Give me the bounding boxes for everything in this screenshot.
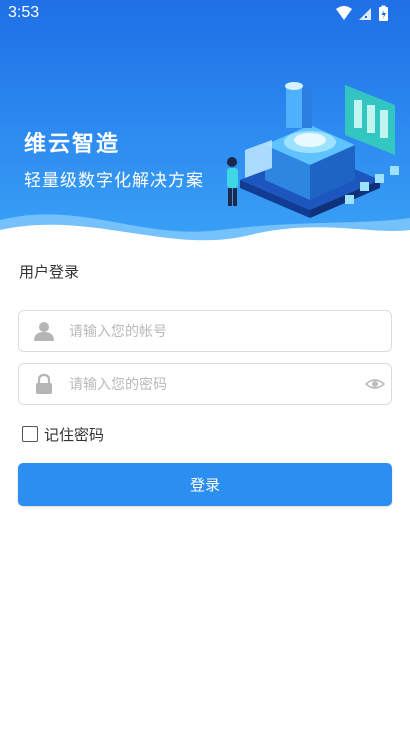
- remember-label: 记住密码: [44, 425, 105, 444]
- cell-signal-icon: [359, 8, 371, 20]
- eye-icon[interactable]: [365, 375, 385, 393]
- lock-icon: [36, 373, 52, 394]
- remember-password[interactable]: 记住密码: [22, 424, 104, 444]
- password-input[interactable]: [67, 364, 351, 406]
- login-heading: 用户登录: [19, 263, 80, 281]
- battery-icon: [379, 5, 388, 21]
- status-time: 3:53: [8, 4, 40, 21]
- hero-title: 维云智造: [24, 132, 121, 157]
- status-bar: 3:53: [0, 0, 410, 28]
- status-icons: [336, 5, 388, 21]
- username-input[interactable]: [67, 311, 351, 353]
- username-field[interactable]: [18, 310, 392, 353]
- user-icon: [34, 322, 54, 341]
- hero-wave: [0, 214, 410, 245]
- remember-checkbox[interactable]: [22, 426, 38, 442]
- password-field[interactable]: [18, 363, 392, 406]
- wifi-icon: [336, 6, 352, 20]
- hero-banner: 3:53 维云智造 轻量级数字化解决方案: [0, 0, 410, 245]
- hero-subtitle: 轻量级数字化解决方案: [24, 171, 204, 191]
- login-button[interactable]: 登录: [18, 463, 392, 506]
